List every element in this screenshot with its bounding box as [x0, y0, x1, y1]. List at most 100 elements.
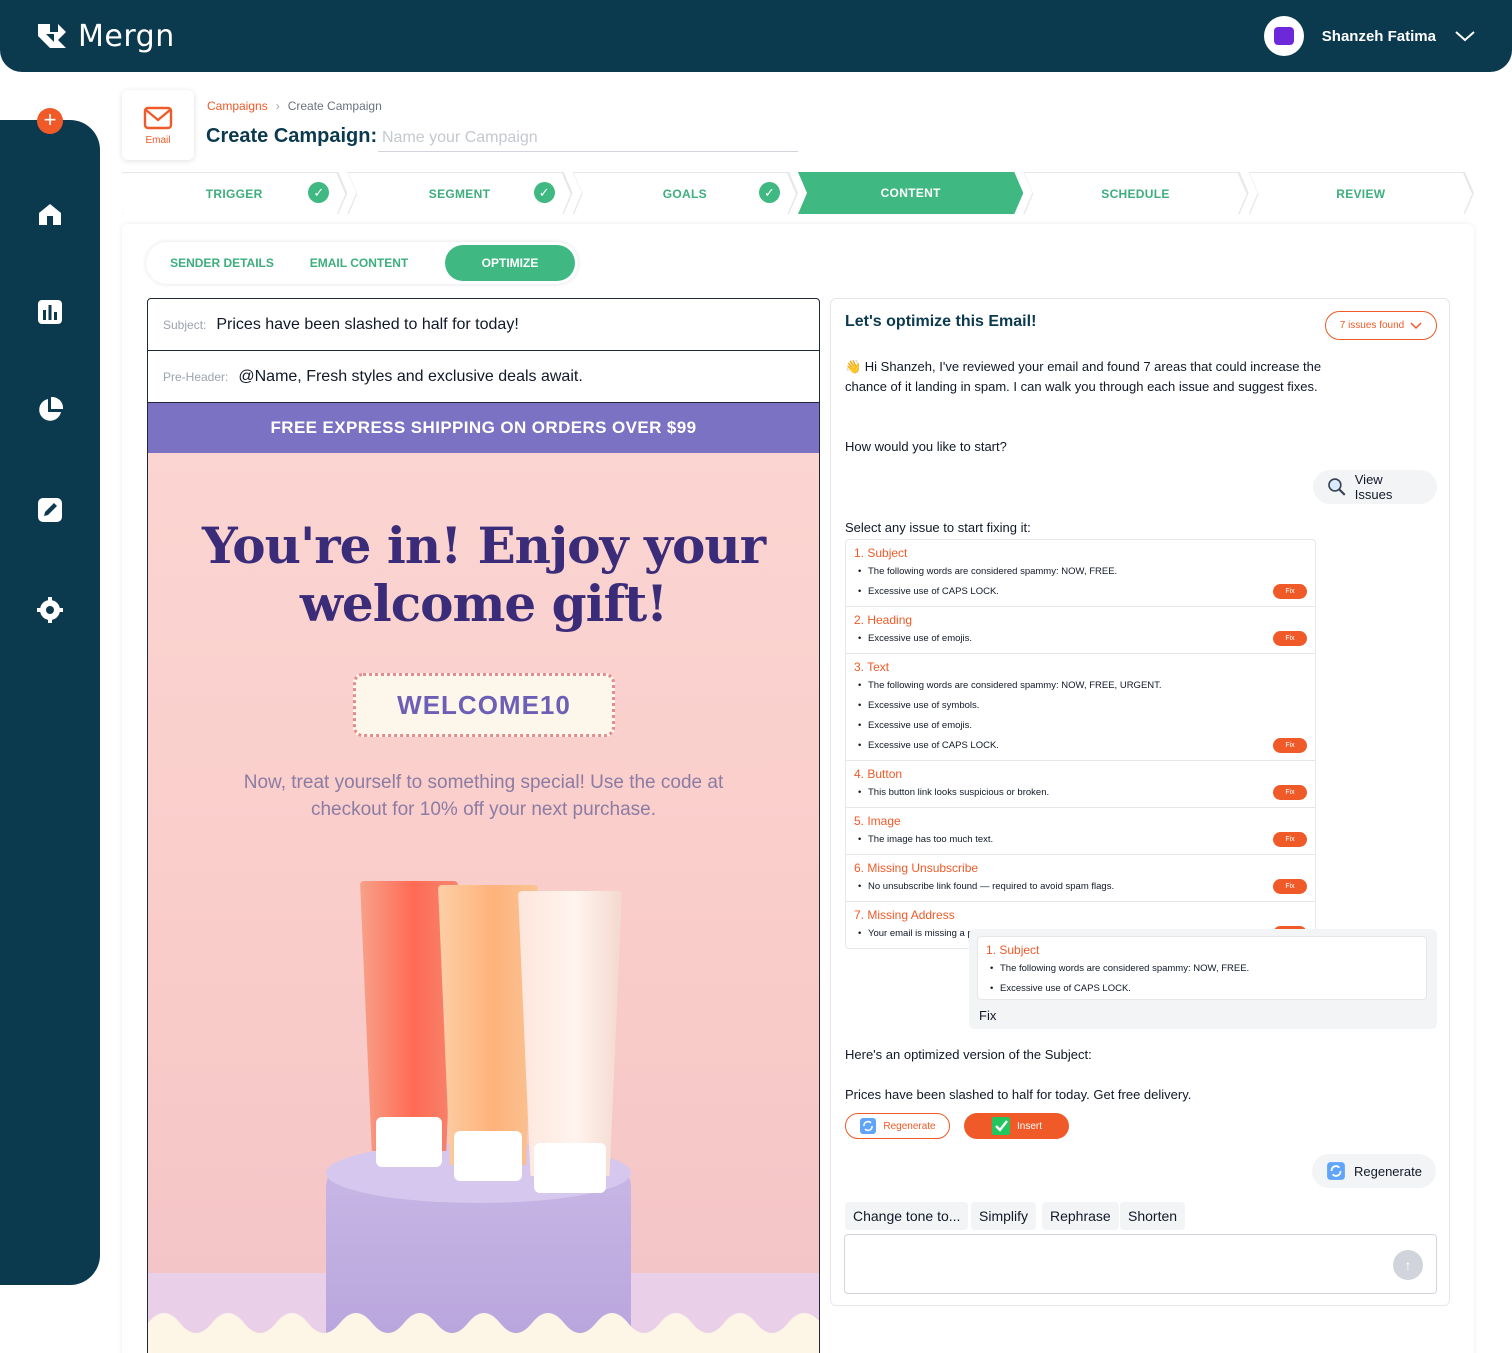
sidebar: +	[0, 88, 100, 1318]
refresh-icon	[860, 1118, 877, 1134]
mergn-logo-icon	[38, 24, 66, 48]
step-content[interactable]: CONTENT	[797, 172, 1024, 214]
fix-button[interactable]: Fix	[1273, 832, 1307, 847]
issue-item[interactable]: 5. Image The image has too much text. Fi…	[846, 808, 1315, 855]
step-label: SEGMENT	[428, 187, 491, 201]
view-issues-button[interactable]: View Issues	[1313, 470, 1437, 504]
fix-button[interactable]: Fix	[1273, 879, 1307, 894]
settings-icon[interactable]	[36, 596, 64, 624]
fix-button[interactable]: Fix	[1273, 584, 1307, 599]
subject-row[interactable]: Subject: Prices have been slashed to hal…	[148, 299, 819, 351]
envelope-icon	[143, 106, 173, 129]
campaign-stepper: TRIGGER ✓ SEGMENT ✓ GOALS ✓ CONTENT SCHE…	[122, 172, 1474, 215]
tab-email-content[interactable]: EMAIL CONTENT	[296, 245, 422, 281]
step-segment[interactable]: SEGMENT ✓	[347, 172, 573, 215]
step-label: CONTENT	[880, 186, 941, 200]
magnifier-icon	[1328, 478, 1346, 496]
optimized-value: Prices have been slashed to half for tod…	[845, 1087, 1192, 1102]
issue-item[interactable]: 4. Button This button link looks suspici…	[846, 761, 1315, 808]
chip-change-tone[interactable]: Change tone to...	[845, 1202, 969, 1230]
issue-list: 1. Subject The following words are consi…	[845, 539, 1316, 949]
step-schedule[interactable]: SCHEDULE	[1023, 172, 1249, 215]
issues-dropdown[interactable]: 7 issues found	[1325, 311, 1437, 340]
chevron-down-icon[interactable]	[1454, 29, 1476, 43]
optimize-panel: Let's optimize this Email! 7 issues foun…	[830, 298, 1450, 1306]
regenerate-small-button[interactable]: Regenerate	[845, 1113, 950, 1139]
app-logo[interactable]: Mergn	[36, 19, 175, 54]
preheader-value[interactable]: @Name, Fresh styles and exclusive deals …	[238, 368, 582, 386]
fix-button[interactable]: Fix	[1273, 738, 1307, 753]
issue-item[interactable]: 1. Subject The following words are consi…	[846, 540, 1315, 607]
edit-icon[interactable]	[36, 496, 64, 524]
hero-title: You're in! Enjoy your welcome gift!	[201, 516, 766, 633]
issues-count: 7 issues found	[1339, 320, 1405, 331]
step-goals[interactable]: GOALS ✓	[572, 172, 798, 215]
check-icon: ✓	[758, 182, 780, 203]
tab-optimize[interactable]: OPTIMIZE	[445, 245, 575, 281]
product-cap	[376, 1117, 442, 1167]
pie-chart-icon[interactable]	[36, 396, 64, 424]
step-trigger[interactable]: TRIGGER ✓	[122, 172, 348, 215]
page-title: Create Campaign:	[206, 125, 378, 147]
email-preview: Subject: Prices have been slashed to hal…	[147, 298, 820, 1353]
assistant-intro: 👋 Hi Shanzeh, I've reviewed your email a…	[845, 359, 1322, 394]
chip-simplify[interactable]: Simplify	[971, 1202, 1037, 1230]
step-label: GOALS	[662, 187, 707, 201]
selected-issue-message: 1. Subject The following words are consi…	[969, 929, 1437, 1029]
campaign-name-input[interactable]	[378, 125, 798, 152]
check-icon: ✓	[533, 182, 555, 203]
chat-input[interactable]: ↑	[844, 1234, 1437, 1294]
home-icon[interactable]	[36, 200, 64, 228]
issue-item[interactable]: 3. Text The following words are consider…	[846, 654, 1315, 761]
analytics-icon[interactable]	[36, 298, 64, 326]
product-cap	[534, 1143, 606, 1193]
issue-item[interactable]: 2. Heading Excessive use of emojis. Fix	[846, 607, 1315, 654]
shipping-banner: FREE EXPRESS SHIPPING ON ORDERS OVER $99	[148, 403, 819, 453]
step-label: TRIGGER	[205, 187, 263, 201]
channel-email-card[interactable]: Email	[122, 90, 194, 160]
chevron-right-icon: ›	[275, 99, 280, 113]
panel-title: Let's optimize this Email!	[845, 313, 1037, 330]
user-menu[interactable]: Shanzeh Fatima	[1263, 16, 1476, 56]
fix-button[interactable]: Fix	[1273, 785, 1307, 800]
avatar[interactable]	[1263, 16, 1304, 56]
regenerate-button[interactable]: Regenerate	[1312, 1154, 1436, 1188]
step-label: REVIEW	[1336, 187, 1386, 201]
hero-text: Now, treat yourself to something special…	[243, 772, 724, 820]
assistant-question: How would you like to start?	[845, 439, 1007, 454]
user-name: Shanzeh Fatima	[1321, 27, 1436, 45]
app-name: Mergn	[78, 18, 175, 54]
chip-shorten[interactable]: Shorten	[1120, 1202, 1186, 1230]
top-bar: Mergn Shanzeh Fatima	[0, 0, 1512, 72]
chevron-down-icon	[1410, 321, 1422, 329]
chip-rephrase[interactable]: Rephrase	[1042, 1202, 1119, 1230]
coupon-code: WELCOME10	[353, 673, 615, 737]
product-cap	[454, 1131, 522, 1181]
issue-item[interactable]: 6. Missing Unsubscribe No unsubscribe li…	[846, 855, 1315, 902]
step-review[interactable]: REVIEW	[1248, 172, 1474, 215]
subject-label: Subject:	[163, 317, 207, 332]
selected-issue-card: 1. Subject The following words are consi…	[977, 936, 1427, 1000]
insert-button[interactable]: Insert	[964, 1113, 1069, 1139]
fix-button[interactable]: Fix	[1273, 631, 1307, 646]
hero-image: You're in! Enjoy your welcome gift! WELC…	[148, 453, 819, 1353]
tab-sender-details[interactable]: SENDER DETAILS	[156, 245, 288, 281]
selected-action: Fix	[979, 1008, 997, 1023]
product-tube-white	[518, 891, 622, 1176]
wave-divider	[148, 1313, 819, 1353]
refresh-icon	[1327, 1162, 1345, 1180]
send-icon[interactable]: ↑	[1393, 1250, 1423, 1280]
subject-value[interactable]: Prices have been slashed to half for tod…	[216, 316, 518, 334]
optimized-label: Here's an optimized version of the Subje…	[845, 1047, 1092, 1062]
preheader-label: Pre-Header:	[163, 369, 229, 384]
checkmark-icon	[991, 1117, 1010, 1135]
breadcrumb-campaigns[interactable]: Campaigns	[207, 99, 268, 113]
avatar-face-icon	[1273, 27, 1294, 45]
breadcrumb-current: Create Campaign	[287, 99, 382, 113]
add-button[interactable]: +	[37, 108, 63, 134]
step-label: SCHEDULE	[1101, 187, 1170, 201]
content-subtabs: SENDER DETAILS EMAIL CONTENT OPTIMIZE	[146, 242, 578, 284]
breadcrumb: Campaigns › Create Campaign	[207, 99, 382, 113]
preheader-row[interactable]: Pre-Header: @Name, Fresh styles and excl…	[148, 351, 819, 403]
select-issue-label: Select any issue to start fixing it:	[845, 520, 1031, 535]
